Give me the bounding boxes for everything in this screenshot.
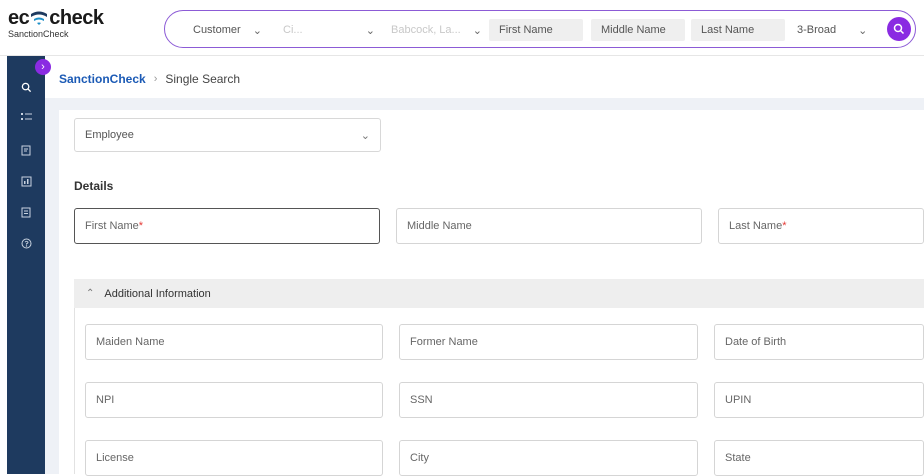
required-mark: * [138, 220, 144, 232]
license-label: License [96, 452, 134, 464]
date-of-birth-field[interactable]: Date of Birth [714, 324, 924, 360]
additional-info-toggle[interactable]: ⌃ Additional Information [74, 279, 924, 308]
former-name-label: Former Name [410, 336, 478, 348]
match-mode-select[interactable]: 3-Broad ⌄ [797, 19, 867, 41]
organization-placeholder: Babcock, La... [391, 24, 461, 36]
last-name-input[interactable]: Last Name [691, 19, 785, 41]
last-name-field[interactable]: Last Name * [718, 208, 924, 244]
location-placeholder: Ci... [283, 24, 303, 36]
npi-label: NPI [96, 394, 115, 406]
chevron-down-icon: ⌄ [365, 24, 375, 37]
first-name-input[interactable]: First Name [489, 19, 583, 41]
breadcrumb: SanctionCheck › Single Search [59, 72, 240, 86]
license-field[interactable]: License [85, 440, 383, 476]
chevron-down-icon: ⌄ [360, 129, 370, 142]
breadcrumb-root-link[interactable]: SanctionCheck [59, 72, 146, 86]
date-of-birth-label: Date of Birth [725, 336, 787, 348]
state-field[interactable]: State [714, 440, 924, 476]
chevron-down-icon: ⌄ [252, 24, 262, 37]
help-icon[interactable] [7, 232, 45, 254]
content-gutter [45, 98, 59, 474]
person-type-value: Employee [85, 129, 134, 141]
search-icon[interactable] [7, 76, 45, 98]
chevron-down-icon: ⌄ [472, 24, 482, 37]
middle-name-field[interactable]: Middle Name [396, 208, 702, 244]
content-divider [45, 98, 924, 110]
required-mark: * [782, 220, 787, 232]
entity-type-select[interactable]: Customer ⌄ [193, 19, 262, 41]
ssn-field[interactable]: SSN [399, 382, 698, 418]
middle-name-input[interactable]: Middle Name [591, 19, 685, 41]
chart-icon[interactable] [7, 170, 45, 192]
middle-name-label: Middle Name [407, 220, 472, 232]
chevron-down-icon: ⌄ [858, 24, 868, 37]
details-heading: Details [74, 179, 114, 193]
former-name-field[interactable]: Former Name [399, 324, 698, 360]
entity-type-value: Customer [193, 24, 241, 36]
last-name-label: Last Name [729, 220, 783, 232]
top-bar: ec check SanctionCheck Customer ⌄ Ci... … [0, 0, 924, 56]
list-icon[interactable] [7, 105, 45, 127]
maiden-name-label: Maiden Name [96, 336, 165, 348]
sidebar-toggle-button[interactable]: › [35, 59, 51, 75]
additional-info-heading: Additional Information [104, 287, 211, 300]
chevron-right-icon: › [41, 61, 45, 73]
city-label: City [410, 452, 429, 464]
chevron-right-icon: › [153, 73, 158, 85]
first-name-field[interactable]: First Name * [74, 208, 380, 244]
search-icon [893, 23, 905, 35]
maiden-name-field[interactable]: Maiden Name [85, 324, 383, 360]
first-name-label: First Name [85, 220, 139, 232]
sidebar [7, 56, 45, 474]
match-mode-value: 3-Broad [797, 24, 837, 36]
logo-subtitle: SanctionCheck [8, 29, 69, 39]
document-icon[interactable] [7, 201, 45, 223]
search-button[interactable] [887, 17, 911, 41]
upin-field[interactable]: UPIN [714, 382, 924, 418]
upin-label: UPIN [725, 394, 752, 406]
report-icon[interactable] [7, 139, 45, 161]
quick-search-bar: Customer ⌄ Ci... ⌄ Babcock, La... ⌄ Firs… [164, 10, 916, 48]
person-type-select[interactable]: Employee ⌄ [74, 118, 381, 152]
app-logo[interactable]: ec check SanctionCheck [8, 8, 118, 48]
chevron-up-icon: ⌃ [86, 288, 95, 299]
breadcrumb-current: Single Search [165, 72, 241, 86]
logo-wordmark: ec check [8, 7, 104, 29]
npi-field[interactable]: NPI [85, 382, 383, 418]
logo-mark-icon [31, 11, 48, 25]
ssn-label: SSN [410, 394, 433, 406]
city-field[interactable]: City [399, 440, 698, 476]
state-label: State [725, 452, 751, 464]
location-select[interactable]: Ci... ⌄ [283, 19, 375, 41]
organization-select[interactable]: Babcock, La... ⌄ [391, 19, 482, 41]
